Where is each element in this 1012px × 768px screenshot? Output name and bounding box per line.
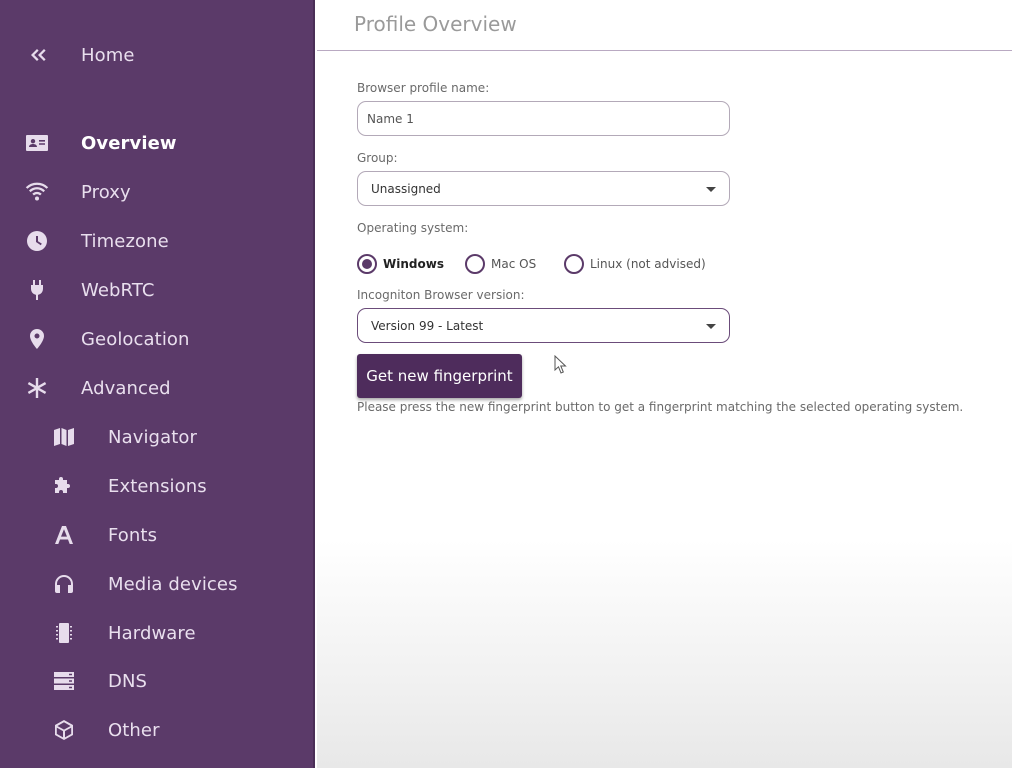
map-icon: [50, 423, 78, 451]
profile-name-input[interactable]: [357, 101, 730, 136]
radio-checked-icon: [357, 254, 377, 274]
sidebar-item-proxy[interactable]: Proxy: [0, 172, 315, 212]
sidebar-item-label: Advanced: [81, 378, 171, 399]
sidebar-item-navigator[interactable]: Navigator: [0, 417, 315, 457]
sidebar-item-label: Hardware: [108, 623, 196, 644]
main-content: Profile Overview Browser profile name: G…: [317, 0, 1012, 768]
radio-unchecked-icon: [564, 254, 584, 274]
font-icon: [50, 521, 78, 549]
sidebar-item-timezone[interactable]: Timezone: [0, 221, 315, 261]
sidebar-item-hardware[interactable]: Hardware: [0, 613, 315, 653]
sidebar-item-overview[interactable]: Overview: [0, 123, 315, 163]
caret-down-icon: [706, 324, 716, 329]
sidebar-item-other[interactable]: Other: [0, 710, 315, 750]
os-radio-macos[interactable]: Mac OS: [465, 254, 536, 274]
get-new-fingerprint-button[interactable]: Get new fingerprint: [357, 354, 522, 398]
mouse-cursor-icon: [554, 355, 567, 374]
clock-icon: [23, 227, 51, 255]
asterisk-icon: [23, 374, 51, 402]
puzzle-icon: [50, 472, 78, 500]
sidebar-item-label: DNS: [108, 671, 148, 692]
sidebar-item-label: Fonts: [108, 525, 158, 546]
sidebar-item-geolocation[interactable]: Geolocation: [0, 319, 315, 359]
sidebar-item-dns[interactable]: DNS: [0, 661, 315, 701]
group-select[interactable]: Unassigned: [357, 171, 730, 206]
browser-version-label: Incogniton Browser version:: [357, 288, 525, 302]
map-pin-icon: [23, 325, 51, 353]
os-label: Operating system:: [357, 221, 469, 235]
divider: [317, 50, 1012, 51]
sidebar-item-label: WebRTC: [81, 280, 155, 301]
sidebar-item-advanced[interactable]: Advanced: [0, 368, 315, 408]
sidebar-item-home[interactable]: Home: [0, 35, 315, 75]
sidebar-item-media-devices[interactable]: Media devices: [0, 564, 315, 604]
os-radio-windows[interactable]: Windows: [357, 254, 444, 274]
browser-version-value: Version 99 - Latest: [371, 318, 484, 333]
sidebar-item-label: Media devices: [108, 574, 238, 595]
sidebar-item-label: Proxy: [81, 182, 131, 203]
chip-icon: [50, 619, 78, 647]
sidebar-item-label: Geolocation: [81, 329, 190, 350]
sidebar-item-extensions[interactable]: Extensions: [0, 466, 315, 506]
sidebar: Home Overview Proxy Timezone WebRTC Geol…: [0, 0, 315, 768]
os-radio-linux[interactable]: Linux (not advised): [564, 254, 706, 274]
sidebar-item-label: Extensions: [108, 476, 207, 497]
id-card-icon: [23, 129, 51, 157]
os-radio-label: Windows: [383, 257, 444, 271]
sidebar-item-label: Timezone: [81, 231, 169, 252]
group-label: Group:: [357, 151, 398, 165]
headphones-icon: [50, 570, 78, 598]
server-icon: [50, 667, 78, 695]
os-radio-label: Linux (not advised): [590, 257, 706, 271]
sidebar-item-fonts[interactable]: Fonts: [0, 515, 315, 555]
profile-name-label: Browser profile name:: [357, 81, 490, 95]
sidebar-item-label: Overview: [81, 133, 177, 154]
sidebar-item-label: Other: [108, 720, 160, 741]
radio-unchecked-icon: [465, 254, 485, 274]
browser-version-select[interactable]: Version 99 - Latest: [357, 308, 730, 343]
plug-icon: [23, 276, 51, 304]
caret-down-icon: [706, 187, 716, 192]
group-select-value: Unassigned: [371, 181, 441, 196]
cube-icon: [50, 716, 78, 744]
sidebar-item-label: Navigator: [108, 427, 197, 448]
helper-text: Please press the new fingerprint button …: [357, 400, 964, 414]
page-title: Profile Overview: [354, 12, 517, 36]
sidebar-item-label: Home: [81, 45, 135, 66]
sidebar-item-webrtc[interactable]: WebRTC: [0, 270, 315, 310]
double-chevron-left-icon: [23, 41, 51, 69]
os-radio-label: Mac OS: [491, 257, 537, 271]
wifi-icon: [23, 178, 51, 206]
